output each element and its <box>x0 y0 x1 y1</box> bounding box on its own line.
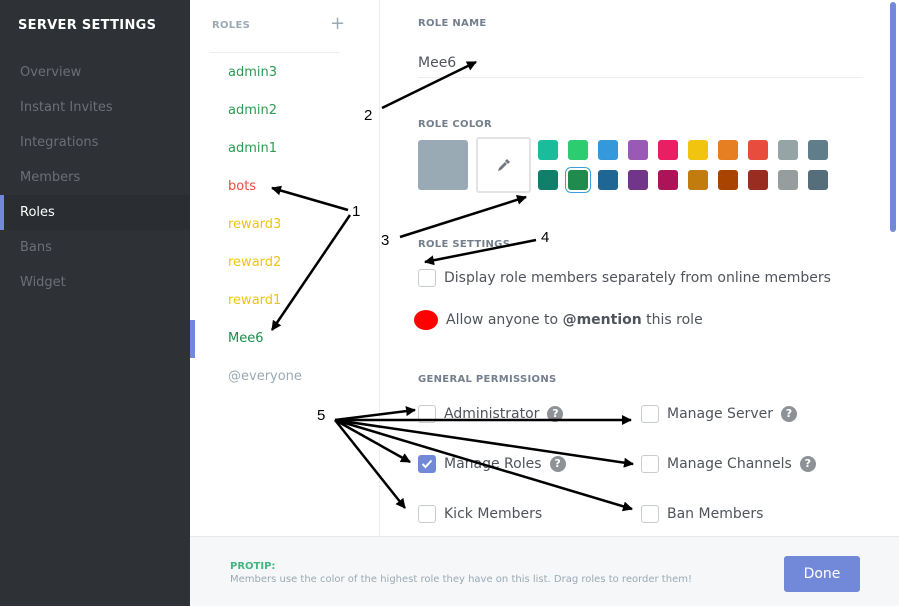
display-separately-checkbox[interactable] <box>418 269 436 287</box>
role-item[interactable]: Mee6 <box>190 320 379 358</box>
ban-members-label: Ban Members <box>667 506 764 522</box>
checkmark-icon <box>421 459 433 469</box>
annotation-1: 1 <box>352 203 361 220</box>
current-color-preview <box>418 140 468 190</box>
administrator-label: Administrator <box>444 406 540 422</box>
roles-header: ROLES <box>212 20 251 31</box>
general-permissions-label: GENERAL PERMISSIONS <box>418 374 557 385</box>
sidebar-item-widget[interactable]: Widget <box>0 265 190 300</box>
ban-members-checkbox[interactable] <box>641 505 659 523</box>
color-swatch[interactable] <box>688 170 708 190</box>
annotation-3: 3 <box>381 232 390 249</box>
color-swatch[interactable] <box>538 170 558 190</box>
sidebar-item-roles[interactable]: Roles <box>0 195 190 230</box>
color-swatch[interactable] <box>598 170 618 190</box>
administrator-checkbox[interactable] <box>418 405 436 423</box>
color-swatch[interactable] <box>628 140 648 160</box>
sidebar-item-instant-invites[interactable]: Instant Invites <box>0 90 190 125</box>
allow-mention-option[interactable]: Allow anyone to @mention this role <box>414 310 703 330</box>
role-settings-label: ROLE SETTINGS <box>418 239 511 250</box>
color-swatch[interactable] <box>778 140 798 160</box>
role-editor: ROLE NAME ROLE COLOR ROLE SETTINGS Displ… <box>380 0 899 536</box>
color-swatch[interactable] <box>538 140 558 160</box>
roles-list: ROLES + admin3 admin2 admin1 bots reward3 rew… <box>190 0 380 536</box>
annotation-2: 2 <box>364 107 373 124</box>
color-swatch[interactable] <box>628 170 648 190</box>
annotation-5: 5 <box>317 407 326 424</box>
sidebar-item-integrations[interactable]: Integrations <box>0 125 190 160</box>
display-separately-option[interactable]: Display role members separately from onl… <box>418 269 831 287</box>
permission-manage-roles[interactable]: Manage Roles ? <box>418 455 566 473</box>
color-swatch[interactable] <box>568 170 588 190</box>
help-icon[interactable]: ? <box>549 456 566 472</box>
annotation-4: 4 <box>541 229 550 246</box>
role-item[interactable]: bots <box>190 168 379 206</box>
manage-channels-checkbox[interactable] <box>641 455 659 473</box>
kick-members-checkbox[interactable] <box>418 505 436 523</box>
permission-administrator[interactable]: Administrator ? <box>418 405 564 423</box>
role-name-label: ROLE NAME <box>418 18 487 29</box>
role-item[interactable]: @everyone <box>190 358 379 396</box>
manage-channels-label: Manage Channels <box>667 456 792 472</box>
sidebar-item-members[interactable]: Members <box>0 160 190 195</box>
done-button[interactable]: Done <box>784 556 860 592</box>
manage-roles-label: Manage Roles <box>444 456 542 472</box>
kick-members-label: Kick Members <box>444 506 543 522</box>
footer-bar: PROTIP: Members use the color of the hig… <box>190 536 899 606</box>
color-swatch[interactable] <box>658 170 678 190</box>
color-swatch[interactable] <box>748 140 768 160</box>
color-swatch[interactable] <box>808 170 828 190</box>
allow-mention-label: Allow anyone to @mention this role <box>446 312 703 328</box>
color-swatch[interactable] <box>598 140 618 160</box>
sidebar-title: SERVER SETTINGS <box>18 18 157 33</box>
color-swatch[interactable] <box>748 170 768 190</box>
manage-roles-checkbox[interactable] <box>418 455 436 473</box>
permission-manage-channels[interactable]: Manage Channels ? <box>641 455 816 473</box>
protip-text: Members use the color of the highest rol… <box>230 574 692 585</box>
color-swatch[interactable] <box>688 140 708 160</box>
custom-color-button[interactable] <box>476 137 531 193</box>
roles-divider <box>210 52 340 53</box>
role-item[interactable]: reward2 <box>190 244 379 282</box>
permission-ban-members[interactable]: Ban Members <box>641 505 763 523</box>
scrollbar-thumb[interactable] <box>890 2 896 232</box>
allow-mention-checkbox[interactable] <box>414 310 438 330</box>
help-icon[interactable]: ? <box>547 406 564 422</box>
help-icon[interactable]: ? <box>799 456 816 472</box>
eyedropper-icon <box>498 159 510 171</box>
permission-kick-members[interactable]: Kick Members <box>418 505 542 523</box>
color-swatch[interactable] <box>568 140 588 160</box>
role-item[interactable]: admin2 <box>190 92 379 130</box>
display-separately-label: Display role members separately from onl… <box>444 270 831 286</box>
sidebar-item-bans[interactable]: Bans <box>0 230 190 265</box>
color-swatch[interactable] <box>658 140 678 160</box>
color-swatch[interactable] <box>808 140 828 160</box>
role-color-label: ROLE COLOR <box>418 119 492 130</box>
manage-server-checkbox[interactable] <box>641 405 659 423</box>
role-name-input[interactable] <box>418 48 863 78</box>
color-swatch[interactable] <box>718 140 738 160</box>
sidebar-item-overview[interactable]: Overview <box>0 55 190 90</box>
help-icon[interactable]: ? <box>780 406 797 422</box>
settings-sidebar: SERVER SETTINGS Overview Instant Invites… <box>0 0 190 606</box>
color-swatch[interactable] <box>718 170 738 190</box>
permission-manage-server[interactable]: Manage Server ? <box>641 405 797 423</box>
role-item[interactable]: admin1 <box>190 130 379 168</box>
role-item[interactable]: reward1 <box>190 282 379 320</box>
protip-title: PROTIP: <box>230 561 276 572</box>
add-role-button[interactable]: + <box>330 13 345 34</box>
color-swatch[interactable] <box>778 170 798 190</box>
role-item[interactable]: admin3 <box>190 54 379 92</box>
manage-server-label: Manage Server <box>667 406 773 422</box>
